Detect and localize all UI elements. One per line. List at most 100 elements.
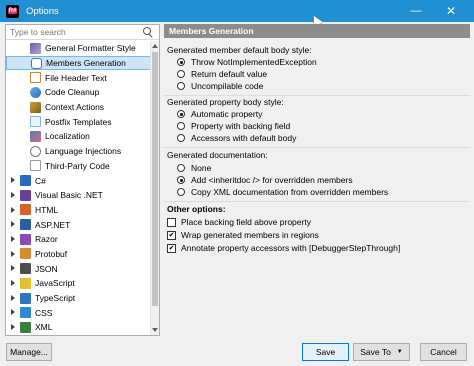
tree-item-javascript[interactable]: JavaScript [6, 276, 151, 291]
radio-button[interactable] [177, 122, 185, 130]
minimize-icon: — [410, 5, 422, 17]
tree-item-postfix-templates[interactable]: Postfix Templates [6, 114, 151, 129]
tree-item-third-party-code[interactable]: Third-Party Code [6, 159, 151, 174]
tree-item-localization[interactable]: Localization [6, 129, 151, 144]
tree-item-visual-basic[interactable]: Visual Basic .NET [6, 188, 151, 203]
close-button[interactable]: ✕ [436, 0, 466, 22]
third-party-icon [30, 160, 41, 172]
expand-arrow-icon[interactable] [11, 177, 15, 184]
radio-label: Automatic property [191, 109, 263, 119]
button-label: Save To [360, 347, 391, 357]
tree-item-language-injections[interactable]: Language Injections [6, 144, 151, 159]
expand-arrow-icon[interactable] [11, 265, 15, 272]
chevron-down-icon[interactable]: ▼ [397, 349, 403, 355]
radio-doc-none[interactable]: None [177, 163, 211, 173]
tree-item-aspnet[interactable]: ASP.NET [6, 217, 151, 232]
html-icon [20, 204, 31, 216]
radio-button[interactable] [177, 82, 185, 90]
tree-item-label: Razor [35, 234, 58, 245]
checkbox-debugger-step-through[interactable]: ✔ Annotate property accessors with [Debu… [167, 243, 400, 253]
minimize-button[interactable]: — [401, 0, 431, 22]
radio-button[interactable] [177, 176, 185, 184]
radio-return-default[interactable]: Return default value [177, 69, 267, 79]
expand-arrow-icon[interactable] [11, 309, 15, 316]
tree-item-label: Language Injections [45, 146, 122, 157]
tree-item-code-cleanup[interactable]: Code Cleanup [6, 85, 151, 100]
radio-label: Add <inheritdoc /> for overridden member… [191, 175, 353, 185]
tree-item-label: HTML [35, 204, 59, 215]
radio-label: Uncompilable code [191, 81, 264, 91]
button-label: Manage... [10, 347, 48, 357]
radio-doc-copy-xml[interactable]: Copy XML documentation from overridden m… [177, 187, 388, 197]
expand-arrow-icon[interactable] [11, 250, 15, 257]
search-input[interactable] [6, 25, 136, 39]
radio-backing-field[interactable]: Property with backing field [177, 121, 290, 131]
scroll-down-icon[interactable] [152, 328, 158, 332]
search-box[interactable] [6, 25, 159, 40]
expand-arrow-icon[interactable] [11, 235, 15, 242]
save-to-button[interactable]: Save To ▼ [353, 343, 410, 361]
tree-item-json[interactable]: JSON [6, 261, 151, 276]
radio-button[interactable] [177, 164, 185, 172]
search-icon[interactable] [143, 27, 151, 35]
checkbox-label: Place backing field above property [181, 217, 311, 227]
manage-button[interactable]: Manage... [6, 343, 52, 361]
tree-item-label: Third-Party Code [45, 160, 110, 171]
radio-button[interactable] [177, 188, 185, 196]
checkmark-icon: ✔ [168, 244, 175, 252]
tree-item-label: TypeScript [35, 293, 76, 304]
scroll-up-icon[interactable] [152, 44, 158, 48]
tree-item-label: Protobuf [35, 248, 68, 259]
radio-label: Accessors with default body [191, 133, 297, 143]
tree-item-label: Localization [45, 131, 90, 142]
checkbox[interactable] [167, 217, 176, 227]
property-style-label: Generated property body style: [167, 97, 284, 107]
cancel-button[interactable]: Cancel [420, 343, 467, 361]
tree-item-css[interactable]: CSS [6, 305, 151, 320]
radio-accessors-default-body[interactable]: Accessors with default body [177, 133, 296, 143]
radio-uncompilable-code[interactable]: Uncompilable code [177, 81, 263, 91]
tree-item-label: Members Generation [46, 58, 126, 69]
expand-arrow-icon[interactable] [11, 221, 15, 228]
tree-item-members-generation[interactable]: Members Generation [6, 55, 151, 71]
save-button[interactable]: Save [302, 343, 349, 361]
tree-item-html[interactable]: HTML [6, 203, 151, 218]
radio-doc-inheritdoc[interactable]: Add <inheritdoc /> for overridden member… [177, 175, 353, 185]
expand-arrow-icon[interactable] [11, 324, 15, 331]
checkbox[interactable]: ✔ [167, 243, 176, 253]
radio-button[interactable] [177, 70, 185, 78]
tree-item-label: XML [35, 322, 53, 333]
scroll-thumb[interactable] [152, 52, 158, 306]
section-header: Members Generation [164, 24, 470, 38]
radio-throw-not-implemented[interactable]: Throw NotImplementedException [177, 57, 317, 67]
radio-label: Copy XML documentation from overridden m… [191, 187, 389, 197]
tree-item-razor[interactable]: Razor [6, 232, 151, 247]
radio-button[interactable] [177, 134, 185, 142]
button-label: Cancel [430, 347, 457, 357]
members-icon [31, 57, 42, 69]
expand-arrow-icon[interactable] [11, 280, 15, 286]
checkmark-icon: ✔ [168, 231, 175, 239]
checkbox[interactable]: ✔ [167, 230, 176, 240]
radio-button[interactable] [177, 58, 185, 66]
radio-button[interactable] [177, 110, 185, 118]
tree-item-csharp[interactable]: C# [6, 173, 151, 188]
radio-label: Return default value [191, 69, 268, 79]
tree-item-context-actions[interactable]: Context Actions [6, 100, 151, 115]
app-icon: R# [6, 4, 19, 18]
tree-item-xml[interactable]: XML [6, 320, 151, 335]
radio-automatic-property[interactable]: Automatic property [177, 109, 262, 119]
tree-item-file-header-text[interactable]: File Header Text [6, 70, 151, 85]
checkbox-wrap-regions[interactable]: ✔ Wrap generated members in regions [167, 230, 319, 240]
tree-scrollbar[interactable] [150, 41, 159, 335]
checkbox-backing-field-above[interactable]: Place backing field above property [167, 217, 311, 227]
expand-arrow-icon[interactable] [11, 191, 15, 198]
file-header-icon [30, 72, 41, 84]
json-icon [20, 263, 31, 275]
tree-item-general-formatter-style[interactable]: General Formatter Style [6, 41, 151, 56]
tree-item-protobuf[interactable]: Protobuf [6, 247, 151, 262]
expand-arrow-icon[interactable] [11, 294, 15, 301]
css-icon [20, 307, 31, 319]
expand-arrow-icon[interactable] [11, 206, 15, 213]
tree-item-typescript[interactable]: TypeScript [6, 291, 151, 306]
